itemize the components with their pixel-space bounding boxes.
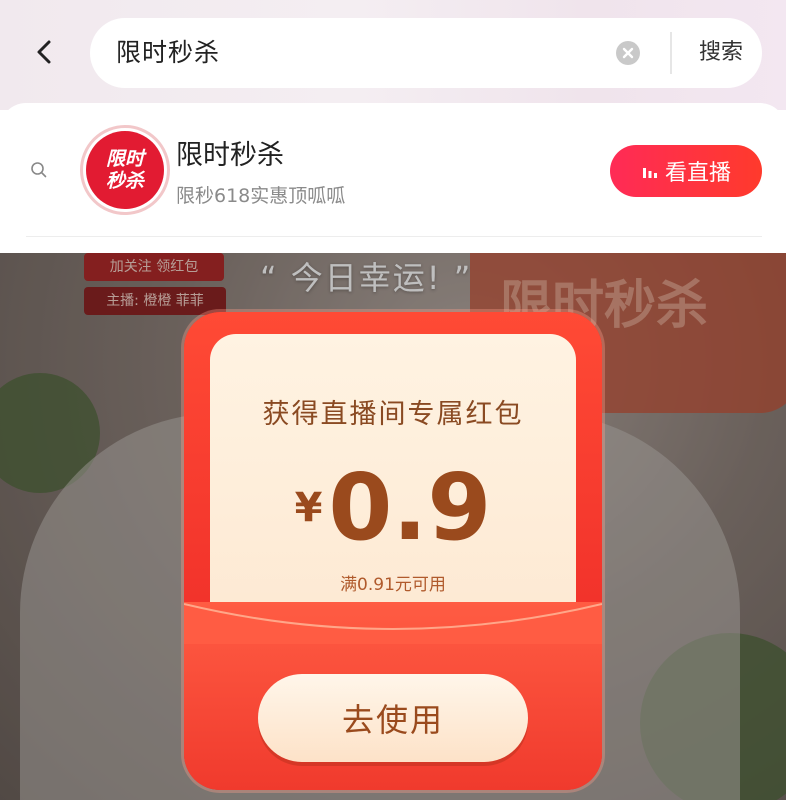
suggestion-subtitle: 限秒618实惠顶呱呱	[176, 185, 346, 207]
currency-symbol: ¥	[294, 485, 323, 531]
use-now-button[interactable]: 去使用	[258, 674, 528, 762]
clear-button[interactable]	[616, 41, 640, 65]
watch-live-label: 看直播	[664, 161, 731, 186]
search-input[interactable]: 限时秒杀	[116, 18, 220, 88]
flap-curve	[184, 603, 602, 644]
live-bars-icon	[642, 168, 657, 178]
search-icon	[31, 162, 47, 178]
search-button[interactable]: 搜索	[680, 18, 762, 88]
red-packet-card: 获得直播间专属红包 ¥0.9 满0.91元可用	[210, 334, 576, 624]
back-button[interactable]	[24, 30, 64, 74]
suggestion-title: 限时秒杀	[176, 140, 284, 171]
logo-text-line2: 秒杀	[105, 170, 144, 192]
red-packet-modal: 获得直播间专属红包 ¥0.9 满0.91元可用 去使用	[184, 312, 602, 790]
clear-icon	[622, 47, 634, 59]
amount-value: 0.9	[328, 454, 492, 561]
suggestion-item[interactable]: 限时 秒杀 限时秒杀 限秒618实惠顶呱呱 看直播	[0, 103, 786, 253]
brand-logo: 限时 秒杀	[80, 125, 170, 215]
suggestion-divider	[26, 236, 762, 237]
chevron-left-icon	[37, 40, 51, 64]
watch-live-button[interactable]: 看直播	[610, 145, 762, 197]
red-packet-title: 获得直播间专属红包	[262, 399, 524, 430]
logo-text-line1: 限时	[105, 148, 144, 170]
search-divider	[670, 32, 672, 74]
red-packet-amount: ¥0.9	[210, 454, 576, 561]
search-bar: 限时秒杀 搜索	[90, 18, 762, 88]
